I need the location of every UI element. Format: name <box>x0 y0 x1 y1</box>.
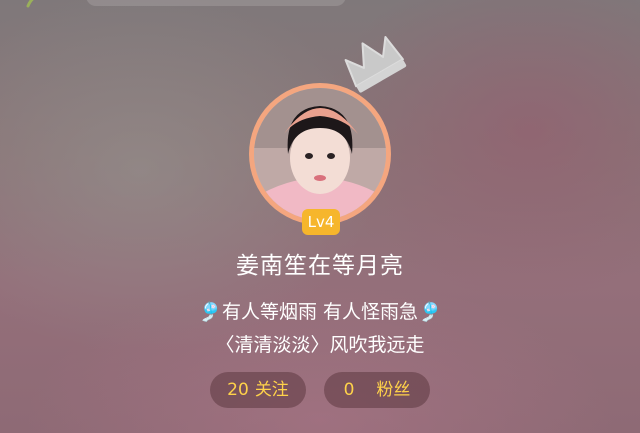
fans-button[interactable]: 0 粉丝 <box>324 372 430 408</box>
avatar[interactable] <box>249 83 391 225</box>
top-search-pill[interactable] <box>86 0 346 6</box>
following-label: 关注 <box>254 380 289 400</box>
leaf-icon[interactable] <box>26 0 48 8</box>
level-badge: Lv4 <box>302 209 340 235</box>
bio-line-1: 🎐有人等烟雨 有人怪雨急🎐 <box>198 301 442 323</box>
avatar-portrait <box>254 88 386 220</box>
avatar-image <box>254 88 386 220</box>
fans-label: 粉丝 <box>376 380 411 400</box>
fans-count: 0 <box>343 380 355 400</box>
following-button[interactable]: 20 关注 <box>210 372 306 408</box>
username: 姜南笙在等月亮 <box>236 253 404 279</box>
bio-line-2: 〈清清淡淡〉风吹我远走 <box>215 334 425 356</box>
following-count: 20 <box>227 380 249 400</box>
crown-icon <box>344 36 407 93</box>
